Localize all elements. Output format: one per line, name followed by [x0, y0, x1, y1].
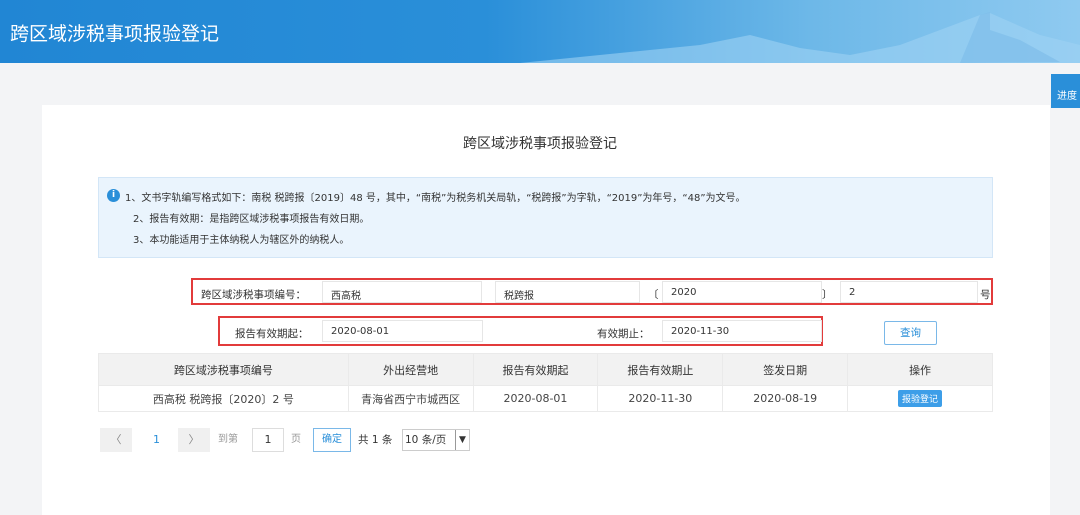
page-title: 跨区域涉税事项报验登记	[463, 136, 617, 152]
cell-end: 2020-11-30	[597, 385, 724, 412]
bracket-close: 〕	[822, 289, 833, 301]
table-row: 西高税 税跨报〔2020〕2 号 青海省西宁市城西区 2020-08-01 20…	[98, 385, 993, 412]
goto-label: 到第	[218, 434, 238, 445]
col-place: 外出经营地	[347, 353, 474, 386]
cell-place: 青海省西宁市城西区	[347, 385, 474, 412]
prev-page-button[interactable]: 〈	[100, 428, 132, 452]
chevron-down-icon: ▼	[455, 430, 469, 450]
page-1-button[interactable]: 1	[153, 428, 160, 452]
code-suffix: 号	[980, 289, 991, 301]
col-action: 操作	[847, 353, 993, 386]
col-end: 报告有效期止	[597, 353, 724, 386]
query-button[interactable]: 查询	[884, 321, 937, 345]
page-size-value: 10 条/页	[405, 434, 447, 446]
content-card	[42, 105, 1050, 515]
code-year-input[interactable]: 2020	[662, 281, 822, 303]
code-number-input[interactable]: 2	[840, 281, 978, 303]
page-size-select[interactable]: 10 条/页 ▼	[402, 429, 470, 451]
start-date-input[interactable]: 2020-08-01	[322, 320, 483, 342]
mountain-wall-illustration	[520, 12, 1080, 63]
cell-start: 2020-08-01	[472, 385, 599, 412]
app-header: 跨区域涉税事项报验登记	[0, 0, 1080, 63]
code-word-input[interactable]: 税跨报	[495, 281, 640, 303]
app-title: 跨区域涉税事项报验登记	[10, 23, 220, 45]
col-issue: 签发日期	[722, 353, 849, 386]
results-table: 跨区域涉税事项编号 外出经营地 报告有效期起 报告有效期止 签发日期 操作 西高…	[98, 353, 993, 412]
col-code: 跨区域涉税事项编号	[98, 353, 349, 386]
code-prefix-input[interactable]: 西高税	[322, 281, 482, 303]
info-line-2: 2、报告有效期：是指跨区域涉税事项报告有效日期。	[133, 214, 370, 225]
bracket-open: 〔	[648, 289, 659, 301]
page-unit-label: 页	[291, 434, 301, 445]
goto-confirm-button[interactable]: 确定	[313, 428, 351, 452]
info-line-1: 1、文书字轨编写格式如下：南税 税跨报〔2019〕48 号，其中，“南税”为税务…	[125, 193, 746, 204]
cell-issue: 2020-08-19	[722, 385, 849, 412]
start-date-label: 报告有效期起：	[235, 328, 309, 340]
code-label: 跨区域涉税事项编号：	[201, 289, 306, 301]
cell-action: 报验登记	[847, 385, 993, 412]
total-count: 共 1 条	[358, 434, 393, 446]
register-button[interactable]: 报验登记	[898, 390, 943, 407]
info-notice: i 1、文书字轨编写格式如下：南税 税跨报〔2019〕48 号，其中，“南税”为…	[98, 177, 993, 258]
end-date-label: 有效期止：	[597, 328, 650, 340]
table-header-row: 跨区域涉税事项编号 外出经营地 报告有效期起 报告有效期止 签发日期 操作	[98, 353, 993, 386]
goto-page-input[interactable]: 1	[252, 428, 284, 452]
next-page-button[interactable]: 〉	[178, 428, 210, 452]
col-start: 报告有效期起	[472, 353, 599, 386]
progress-tab[interactable]: 进度	[1051, 74, 1080, 108]
end-date-input[interactable]: 2020-11-30	[662, 320, 822, 342]
info-icon: i	[107, 189, 120, 202]
cell-code: 西高税 税跨报〔2020〕2 号	[98, 385, 349, 412]
info-line-3: 3、本功能适用于主体纳税人为辖区外的纳税人。	[133, 235, 350, 246]
